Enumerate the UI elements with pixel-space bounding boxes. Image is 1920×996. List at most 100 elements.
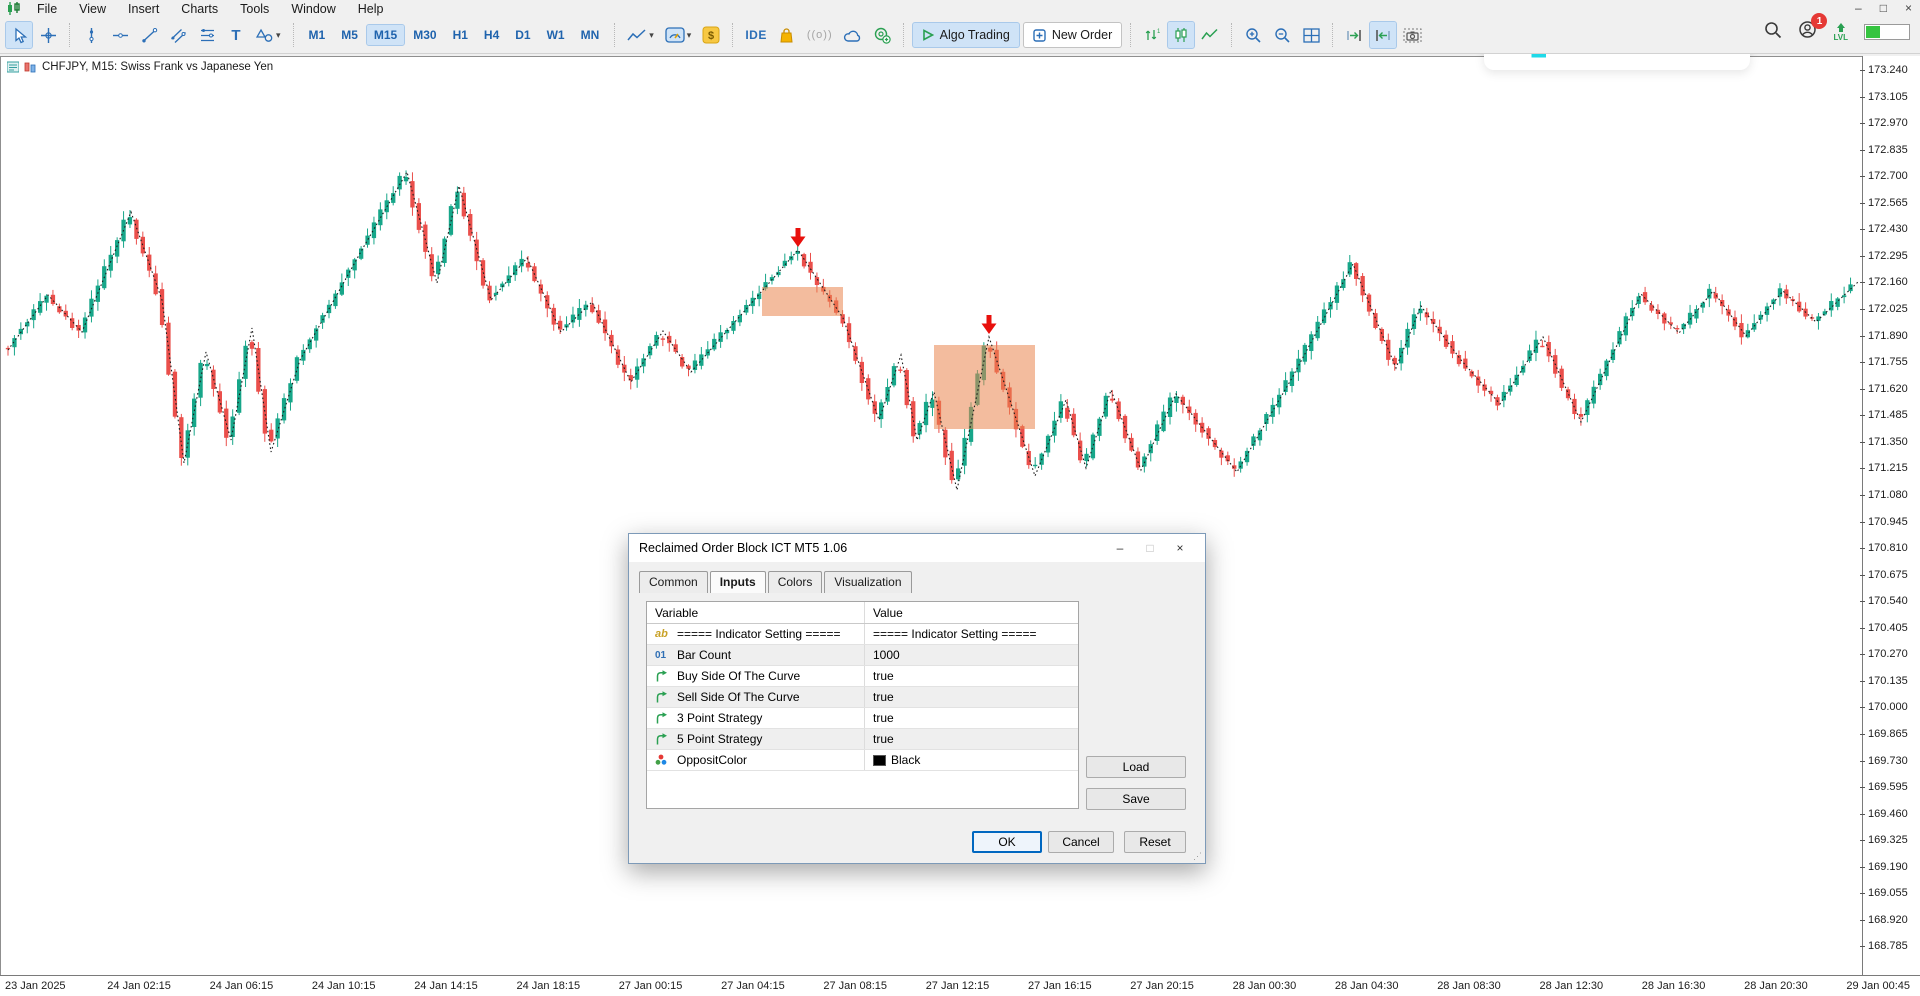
cancel-button[interactable]: Cancel xyxy=(1048,831,1114,853)
table-row[interactable]: 3 Point Strategytrue xyxy=(647,708,1078,729)
currency-dollar-button[interactable]: $ xyxy=(698,22,724,48)
dialog-title-bar[interactable]: Reclaimed Order Block ICT MT5 1.06 – □ × xyxy=(629,534,1205,562)
menu-items: FileViewInsertChartsToolsWindowHelp xyxy=(26,1,395,17)
zoom-in-button[interactable] xyxy=(1240,22,1266,48)
crosshair-tool-button[interactable] xyxy=(35,22,61,48)
minimize-window-icon[interactable]: – xyxy=(1855,1,1862,15)
price-label: 169.325 xyxy=(1868,834,1908,846)
shapes-tool-button[interactable]: ▾ xyxy=(252,22,285,48)
save-button[interactable]: Save xyxy=(1086,788,1186,810)
shift-end-button[interactable] xyxy=(1341,22,1367,48)
timeframe-w1[interactable]: W1 xyxy=(540,25,572,45)
tab-colors[interactable]: Colors xyxy=(768,571,823,593)
candlestick-view-button[interactable] xyxy=(1168,22,1194,48)
tab-visualization[interactable]: Visualization xyxy=(824,571,911,593)
value-cell[interactable]: true xyxy=(865,666,1078,686)
tab-inputs[interactable]: Inputs xyxy=(710,571,766,593)
menu-file[interactable]: File xyxy=(26,1,68,17)
cursor-tool-button[interactable] xyxy=(6,22,32,48)
price-label: 169.865 xyxy=(1868,728,1908,740)
menu-view[interactable]: View xyxy=(68,1,117,17)
level-icon[interactable]: LVL xyxy=(1833,23,1848,42)
timeframe-m30[interactable]: M30 xyxy=(406,25,443,45)
trendline-tool-button[interactable] xyxy=(136,22,162,48)
toolbar-separator xyxy=(293,23,294,47)
menu-charts[interactable]: Charts xyxy=(170,1,229,17)
time-label: 24 Jan 10:15 xyxy=(312,980,376,992)
value-cell[interactable]: Black xyxy=(865,750,1078,770)
screenshot-camera-button[interactable] xyxy=(1399,22,1425,48)
mt5-application: FileViewInsertChartsToolsWindowHelp – □ … xyxy=(0,0,1920,996)
value-cell[interactable]: ===== Indicator Setting ===== xyxy=(865,624,1078,644)
resize-grip-icon[interactable]: ⋰ xyxy=(1193,851,1203,861)
community-icon[interactable] xyxy=(869,22,895,48)
price-label: 172.835 xyxy=(1868,144,1908,156)
timeframe-h4[interactable]: H4 xyxy=(477,25,506,45)
mt5-logo-icon xyxy=(6,2,22,15)
reset-button[interactable]: Reset xyxy=(1124,831,1186,853)
timeframe-m5[interactable]: M5 xyxy=(334,25,365,45)
load-button[interactable]: Load xyxy=(1086,756,1186,778)
time-label: 27 Jan 04:15 xyxy=(721,980,785,992)
new-order-button[interactable]: New Order xyxy=(1023,22,1122,48)
table-row[interactable]: OppositColorBlack xyxy=(647,750,1078,771)
timeframe-mn[interactable]: MN xyxy=(574,25,607,45)
table-row[interactable]: 5 Point Strategytrue xyxy=(647,729,1078,750)
shift-left-button[interactable] xyxy=(1370,22,1396,48)
time-label: 24 Jan 06:15 xyxy=(210,980,274,992)
menu-window[interactable]: Window xyxy=(280,1,346,17)
cloud-icon[interactable] xyxy=(840,22,866,48)
price-label: 168.920 xyxy=(1868,914,1908,926)
channel-tool-button[interactable] xyxy=(165,22,191,48)
profile-icon[interactable]: 1 xyxy=(1798,20,1817,44)
price-axis[interactable]: 173.240173.105172.970172.835172.700172.5… xyxy=(1862,56,1920,975)
table-row[interactable]: ab===== Indicator Setting ========== Ind… xyxy=(647,624,1078,645)
table-row[interactable]: Buy Side Of The Curvetrue xyxy=(647,666,1078,687)
signals-icon[interactable]: ((o)) xyxy=(803,22,837,48)
value-cell[interactable]: true xyxy=(865,687,1078,707)
timeframe-d1[interactable]: D1 xyxy=(508,25,537,45)
value-cell[interactable]: true xyxy=(865,708,1078,728)
price-label: 168.785 xyxy=(1868,940,1908,952)
algo-trading-button[interactable]: Algo Trading xyxy=(912,22,1020,48)
indicators-gauge-button[interactable]: ▾ xyxy=(661,22,696,48)
close-window-icon[interactable]: × xyxy=(1905,1,1912,15)
svg-text:$: $ xyxy=(708,30,714,42)
price-label: 169.190 xyxy=(1868,861,1908,873)
timeframe-m1[interactable]: M1 xyxy=(302,25,333,45)
ide-button[interactable]: IDE xyxy=(741,22,771,48)
timeframe-m15[interactable]: M15 xyxy=(367,25,404,45)
table-row[interactable]: Sell Side Of The Curvetrue xyxy=(647,687,1078,708)
color-swatch xyxy=(873,755,886,766)
dialog-maximize-icon: □ xyxy=(1135,541,1165,555)
ok-button[interactable]: OK xyxy=(972,831,1042,853)
market-bag-icon[interactable] xyxy=(774,22,800,48)
line-chart-view-button[interactable] xyxy=(1197,22,1223,48)
menu-help[interactable]: Help xyxy=(347,1,395,17)
time-label: 28 Jan 16:30 xyxy=(1642,980,1706,992)
chart-style-button[interactable]: ▾ xyxy=(623,22,658,48)
dialog-minimize-icon[interactable]: – xyxy=(1105,541,1135,555)
search-icon[interactable] xyxy=(1764,21,1782,44)
text-tool-button[interactable]: T xyxy=(223,22,249,48)
time-label: 24 Jan 02:15 xyxy=(107,980,171,992)
price-label: 170.135 xyxy=(1868,675,1908,687)
tab-common[interactable]: Common xyxy=(639,571,708,593)
tile-windows-button[interactable] xyxy=(1298,22,1324,48)
value-cell[interactable]: true xyxy=(865,729,1078,749)
time-label: 27 Jan 00:15 xyxy=(619,980,683,992)
depth-of-market-button[interactable]: 1 xyxy=(1139,22,1165,48)
dialog-close-icon[interactable]: × xyxy=(1165,541,1195,555)
horizontal-line-tool-button[interactable] xyxy=(107,22,133,48)
fibonacci-tool-button[interactable] xyxy=(194,22,220,48)
timeframe-h1[interactable]: H1 xyxy=(446,25,475,45)
inputs-table: VariableValueab===== Indicator Setting =… xyxy=(646,601,1079,809)
value-cell[interactable]: 1000 xyxy=(865,645,1078,665)
menu-tools[interactable]: Tools xyxy=(229,1,280,17)
vertical-line-tool-button[interactable] xyxy=(78,22,104,48)
table-row[interactable]: 01Bar Count1000 xyxy=(647,645,1078,666)
menu-insert[interactable]: Insert xyxy=(117,1,170,17)
restore-window-icon[interactable]: □ xyxy=(1880,1,1887,15)
zoom-out-button[interactable] xyxy=(1269,22,1295,48)
time-axis[interactable]: 23 Jan 202524 Jan 02:1524 Jan 06:1524 Ja… xyxy=(0,975,1920,996)
